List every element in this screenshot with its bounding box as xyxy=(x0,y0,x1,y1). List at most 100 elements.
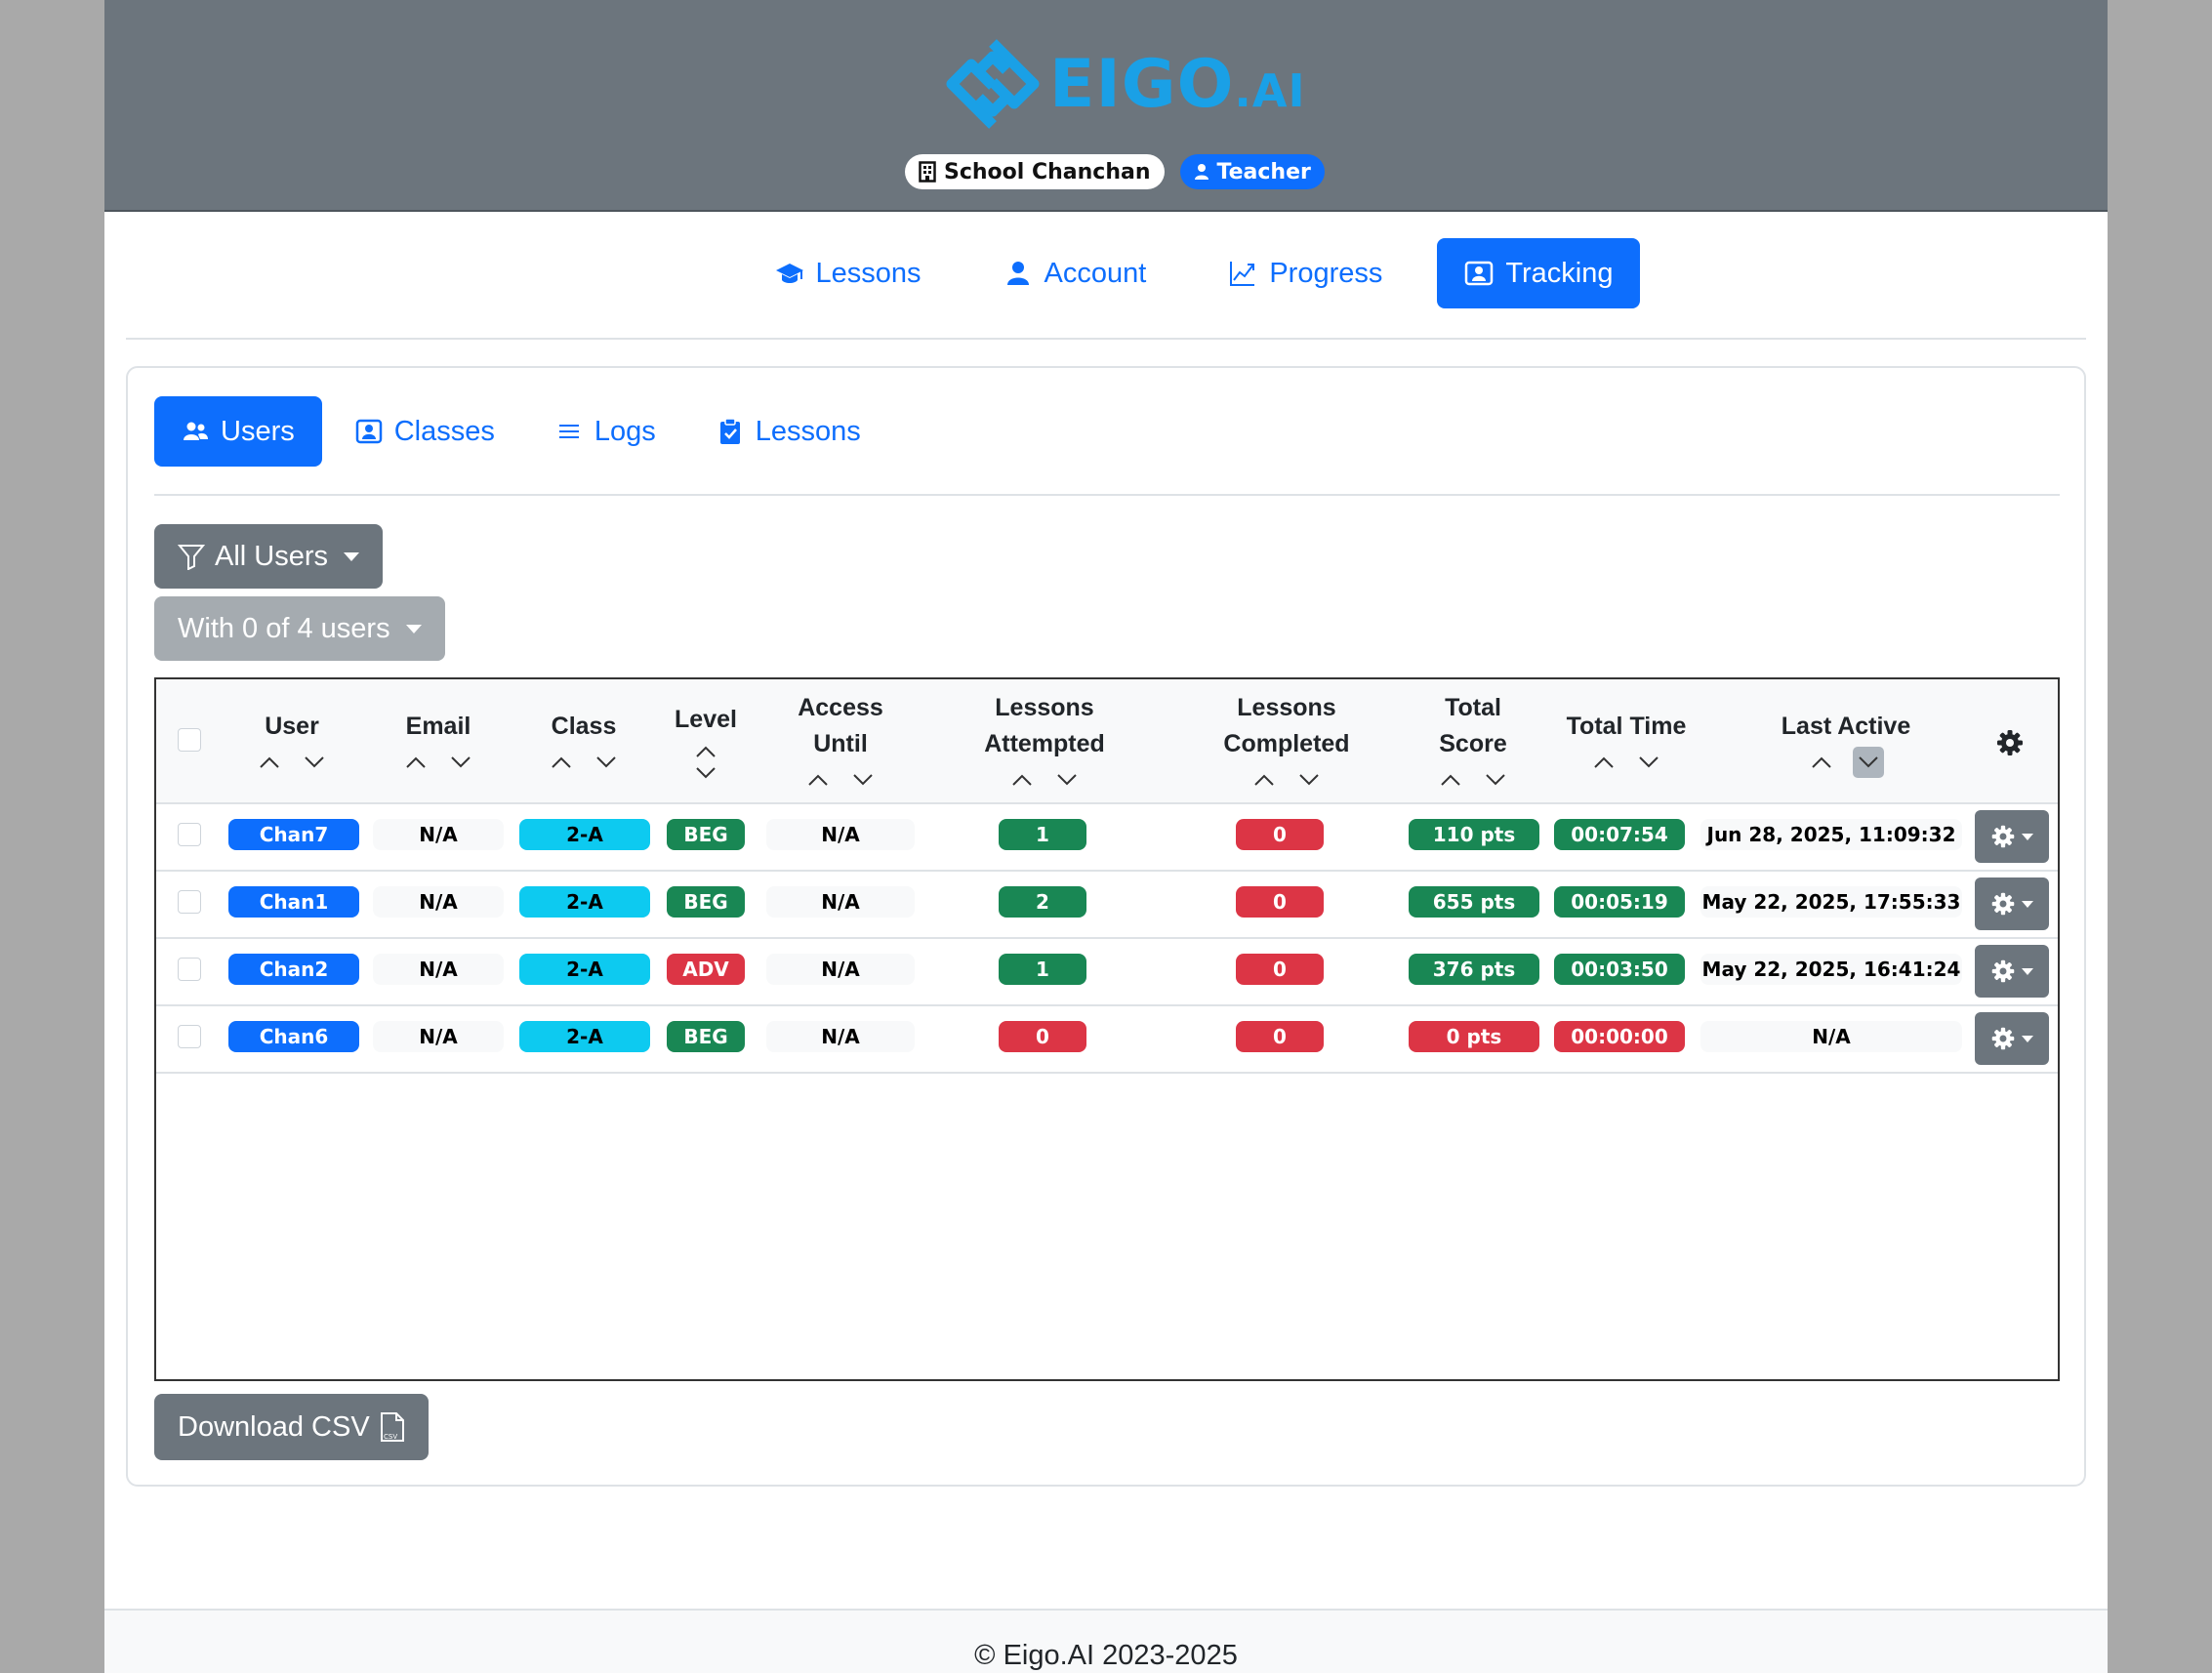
gear-icon xyxy=(1991,1027,2015,1050)
sort-asc-icon[interactable] xyxy=(1008,770,1036,790)
school-badge: School Chanchan xyxy=(905,154,1165,189)
sort-desc-icon[interactable] xyxy=(1053,770,1081,790)
row-actions-button[interactable] xyxy=(1975,810,2049,863)
last-active-cell: N/A xyxy=(1700,1021,1962,1052)
sort-asc-icon[interactable] xyxy=(692,742,719,761)
select-all-checkbox[interactable] xyxy=(178,728,201,752)
user-badge[interactable]: Chan7 xyxy=(228,819,359,850)
time-badge: 00:07:54 xyxy=(1554,819,1685,850)
svg-text:CSV: CSV xyxy=(384,1433,397,1441)
filter-dropdown[interactable]: All Users xyxy=(154,524,384,589)
sort-asc-icon[interactable] xyxy=(1590,753,1618,772)
row-actions-button[interactable] xyxy=(1975,1012,2049,1065)
sort-controls xyxy=(402,749,474,776)
sort-desc-icon[interactable] xyxy=(1635,753,1662,772)
col-access-until: Access Until xyxy=(761,679,920,804)
email-cell: N/A xyxy=(373,954,504,985)
sort-controls xyxy=(1008,766,1081,794)
sort-asc-icon[interactable] xyxy=(256,753,283,772)
table-row: Chan6 N/A 2-A BEG N/A 0 0 0 pts 00:00:00… xyxy=(156,1006,2058,1074)
sort-asc-icon[interactable] xyxy=(548,753,575,772)
row-checkbox[interactable] xyxy=(178,958,201,981)
row-checkbox[interactable] xyxy=(178,890,201,914)
page: EIGO.AI School Chanchan Teacher Lessons … xyxy=(104,0,2108,1673)
gear-icon xyxy=(1991,959,2015,983)
nav-progress[interactable]: Progress xyxy=(1201,238,1410,308)
col-access-label-2: Until xyxy=(813,730,868,757)
tab-logs[interactable]: Logs xyxy=(528,396,683,467)
col-lessons-completed: Lessons Completed xyxy=(1189,679,1384,804)
people-icon xyxy=(184,422,208,440)
nav-tracking[interactable]: Tracking xyxy=(1437,238,1641,308)
score-badge: 110 pts xyxy=(1409,819,1539,850)
email-cell: N/A xyxy=(373,1021,504,1052)
sort-desc-icon[interactable] xyxy=(1295,770,1323,790)
nav-progress-label: Progress xyxy=(1269,257,1383,289)
sort-desc-icon[interactable] xyxy=(849,770,877,790)
sort-controls xyxy=(1250,766,1323,794)
sort-controls xyxy=(692,742,719,783)
sort-desc-icon[interactable] xyxy=(692,763,719,783)
col-level-label: Level xyxy=(675,705,737,733)
role-name: Teacher xyxy=(1216,159,1311,184)
completed-badge: 0 xyxy=(1236,1021,1324,1052)
nav-account-label: Account xyxy=(1044,257,1147,289)
tab-users[interactable]: Users xyxy=(154,396,322,467)
sort-controls xyxy=(1437,766,1509,794)
level-badge: BEG xyxy=(667,819,745,850)
access-until-cell: N/A xyxy=(766,819,915,850)
col-time-label: Total Time xyxy=(1566,712,1687,740)
sort-asc-icon[interactable] xyxy=(1250,770,1278,790)
download-csv-button[interactable]: Download CSV CSV xyxy=(154,1394,429,1460)
sort-desc-icon[interactable] xyxy=(447,753,474,772)
sort-desc-icon[interactable] xyxy=(1853,746,1884,778)
role-badge: Teacher xyxy=(1179,154,1325,189)
footer-copyright: © Eigo.AI 2023-2025 xyxy=(974,1640,1238,1671)
sort-desc-icon[interactable] xyxy=(593,753,620,772)
last-active-cell: May 22, 2025, 16:41:24 xyxy=(1700,954,1962,985)
tracking-sub-nav: Users Classes Logs Lessons xyxy=(154,396,888,467)
completed-badge: 0 xyxy=(1236,954,1324,985)
row-actions-button[interactable] xyxy=(1975,877,2049,930)
user-badge[interactable]: Chan2 xyxy=(228,954,359,985)
sort-desc-icon[interactable] xyxy=(1482,770,1509,790)
column-settings-gear-icon[interactable] xyxy=(1995,728,2025,757)
last-active-cell: May 22, 2025, 17:55:33 xyxy=(1700,886,1962,918)
nav-lessons-label: Lessons xyxy=(815,257,922,289)
row-checkbox[interactable] xyxy=(178,823,201,846)
user-badge[interactable]: Chan1 xyxy=(228,886,359,918)
sort-asc-icon[interactable] xyxy=(1808,753,1835,772)
row-checkbox[interactable] xyxy=(178,1025,201,1048)
tab-logs-label: Logs xyxy=(594,415,656,447)
user-badge[interactable]: Chan6 xyxy=(228,1021,359,1052)
sort-controls xyxy=(1590,749,1662,776)
time-badge: 00:00:00 xyxy=(1554,1021,1685,1052)
sort-controls xyxy=(548,749,620,776)
access-until-cell: N/A xyxy=(766,954,915,985)
bulk-action-label: With 0 of 4 users xyxy=(178,612,390,644)
row-actions-button[interactable] xyxy=(1975,945,2049,998)
users-table: User Email Class Level Access Until Less… xyxy=(154,677,2060,1381)
time-badge: 00:03:50 xyxy=(1554,954,1685,985)
tab-classes[interactable]: Classes xyxy=(328,396,522,467)
nav-account[interactable]: Account xyxy=(976,238,1174,308)
tracking-card: Users Classes Logs Lessons All Users Wit… xyxy=(126,366,2086,1487)
sort-asc-icon[interactable] xyxy=(1437,770,1464,790)
score-badge: 655 pts xyxy=(1409,886,1539,918)
eigo-logo[interactable]: EIGO.AI xyxy=(946,37,1306,131)
divider xyxy=(126,338,2086,340)
tab-lessons[interactable]: Lessons xyxy=(689,396,888,467)
person-icon xyxy=(1006,262,1029,285)
col-email: Email xyxy=(371,679,506,804)
sort-asc-icon[interactable] xyxy=(804,770,832,790)
eigo-logo-icon xyxy=(946,39,1040,129)
col-total-time: Total Time xyxy=(1550,679,1702,804)
chevron-down-icon xyxy=(2022,967,2033,975)
sort-asc-icon[interactable] xyxy=(402,753,430,772)
nav-lessons[interactable]: Lessons xyxy=(748,238,949,308)
sort-desc-icon[interactable] xyxy=(301,753,328,772)
col-total-score: Total Score xyxy=(1405,679,1541,804)
bulk-action-dropdown[interactable]: With 0 of 4 users xyxy=(154,596,445,661)
level-badge: ADV xyxy=(667,954,745,985)
attempted-badge: 1 xyxy=(999,954,1086,985)
